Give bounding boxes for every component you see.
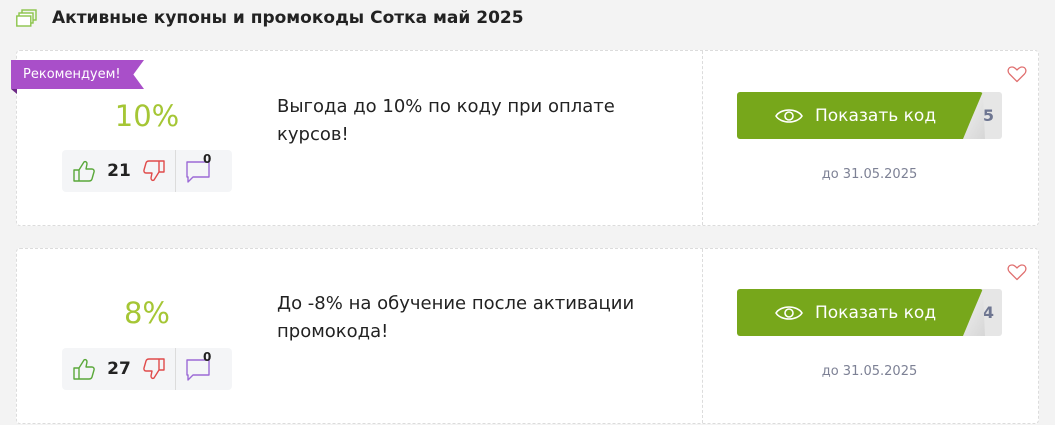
vote-panel: 21 0 bbox=[62, 150, 232, 192]
comments-button[interactable]: 0 bbox=[176, 348, 216, 390]
coupons-icon bbox=[16, 9, 37, 27]
expiry-date: до 31.05.2025 bbox=[821, 364, 918, 379]
heart-icon[interactable] bbox=[1007, 263, 1027, 281]
card-divider bbox=[702, 249, 703, 423]
coupon-description: Выгода до 10% по коду при оплате курсов! bbox=[277, 96, 615, 145]
discount-percent: 10% bbox=[114, 99, 180, 133]
badge-fold bbox=[11, 89, 17, 94]
page-title: Активные купоны и промокоды Сотка май 20… bbox=[52, 8, 524, 28]
thumbs-down-icon[interactable] bbox=[141, 158, 167, 184]
expiry-date: до 31.05.2025 bbox=[821, 167, 918, 182]
section-header: Активные купоны и промокоды Сотка май 20… bbox=[16, 6, 524, 30]
show-code-main[interactable]: Показать код bbox=[737, 289, 983, 336]
vote-panel: 27 0 bbox=[62, 348, 232, 390]
heart-icon[interactable] bbox=[1007, 65, 1027, 83]
thumbs-up-icon[interactable] bbox=[71, 158, 97, 184]
comment-count: 0 bbox=[203, 152, 212, 166]
eye-icon bbox=[775, 305, 803, 320]
coupon-description: До -8% на обучение после активации промо… bbox=[277, 293, 635, 342]
recommended-badge: Рекомендуем! bbox=[11, 60, 144, 89]
card-divider bbox=[702, 51, 703, 225]
comments-button[interactable]: 0 bbox=[176, 150, 216, 192]
coupon-card: 8% 27 0 До -8% на обучение после активац… bbox=[16, 248, 1039, 424]
show-code-button[interactable]: 4 Показать код bbox=[737, 289, 1002, 336]
show-code-main[interactable]: Показать код bbox=[737, 92, 983, 139]
comment-count: 0 bbox=[203, 350, 212, 364]
show-code-button[interactable]: 5 Показать код bbox=[737, 92, 1002, 139]
thumbs-up-icon[interactable] bbox=[71, 356, 97, 382]
coupon-card: Рекомендуем! 10% 21 0 Выгода до 10% по к… bbox=[11, 50, 1039, 226]
thumbs-down-icon[interactable] bbox=[141, 356, 167, 382]
discount-percent: 8% bbox=[123, 296, 170, 330]
like-count: 21 bbox=[107, 161, 131, 181]
like-count: 27 bbox=[107, 359, 131, 379]
eye-icon bbox=[775, 108, 803, 123]
show-code-label: Показать код bbox=[815, 105, 937, 126]
show-code-label: Показать код bbox=[815, 302, 937, 323]
